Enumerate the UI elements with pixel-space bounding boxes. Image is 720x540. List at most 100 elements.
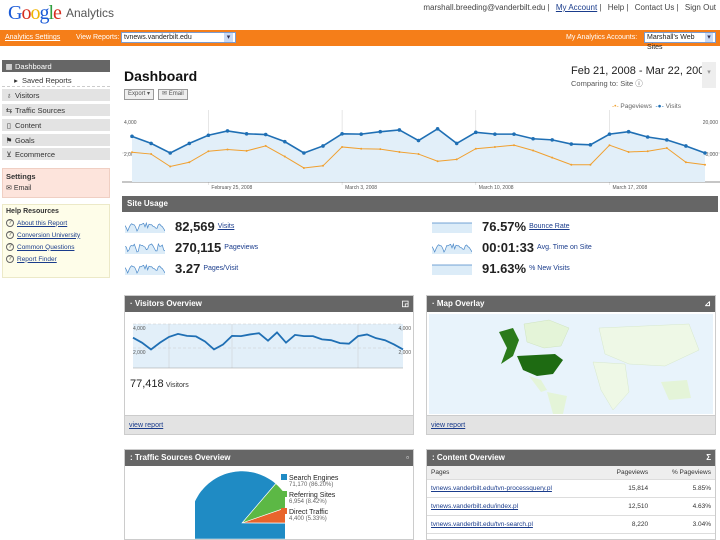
- pageviews-point[interactable]: [188, 161, 191, 164]
- pageviews-point[interactable]: [322, 164, 324, 167]
- visits-point[interactable]: [397, 128, 402, 132]
- help-link[interactable]: ? About this Report: [6, 219, 106, 227]
- visits-point[interactable]: [302, 151, 306, 155]
- visits-point[interactable]: [531, 136, 535, 141]
- legend-visits[interactable]: Visits: [666, 103, 681, 110]
- contact-link[interactable]: Contact Us: [635, 3, 675, 12]
- view-report-link[interactable]: view report: [129, 422, 163, 429]
- sidebar-item-traffic-sources[interactable]: ⇆ Traffic Sources: [2, 104, 110, 117]
- pageviews-point[interactable]: [513, 144, 515, 147]
- visits-point[interactable]: [283, 139, 287, 144]
- visits-point[interactable]: [149, 141, 153, 146]
- profile-select[interactable]: tvnews.vanderbilt.edu ▾: [121, 32, 236, 43]
- visits-point[interactable]: [493, 132, 497, 136]
- pageviews-point[interactable]: [379, 148, 382, 151]
- sidebar-item-dashboard[interactable]: ▦ Dashboard: [2, 60, 110, 73]
- pageviews-point[interactable]: [704, 163, 706, 166]
- visits-point[interactable]: [454, 141, 459, 146]
- visits-point[interactable]: [569, 142, 574, 146]
- pageviews-point[interactable]: [474, 147, 477, 150]
- help-link[interactable]: ? Report Finder: [6, 255, 106, 263]
- visits-point[interactable]: [416, 138, 421, 143]
- sidebar-item-content[interactable]: ▯ Content: [2, 119, 110, 132]
- email-setting[interactable]: ✉ Email: [6, 184, 106, 192]
- pageviews-point[interactable]: [608, 144, 611, 147]
- visits-point[interactable]: [607, 132, 612, 136]
- pageviews-point[interactable]: [570, 163, 573, 166]
- pageviews-point[interactable]: [207, 150, 210, 153]
- pageviews-point[interactable]: [436, 160, 439, 163]
- visits-point[interactable]: [244, 132, 249, 136]
- view-report-link[interactable]: view report: [431, 422, 465, 429]
- main-chart[interactable]: February 25, 2008 March 3, 2008 March 10, …: [122, 110, 720, 192]
- pageviews-point[interactable]: [627, 150, 630, 153]
- sidebar-item-ecommerce[interactable]: ⊻ Ecommerce: [2, 148, 110, 161]
- sidebar-item-saved-reports[interactable]: ▸ Saved Reports: [2, 74, 110, 87]
- visits-point[interactable]: [684, 144, 688, 148]
- pageviews-point[interactable]: [417, 153, 420, 156]
- pageviews-point[interactable]: [264, 144, 267, 147]
- pageviews-point[interactable]: [646, 150, 649, 153]
- help-icon[interactable]: ⓘ: [635, 79, 643, 88]
- visits-point[interactable]: [359, 132, 363, 136]
- email-button[interactable]: ✉ Email: [158, 89, 188, 100]
- visits-point[interactable]: [474, 130, 478, 135]
- visits-point[interactable]: [225, 129, 230, 133]
- pageviews-point[interactable]: [283, 155, 286, 158]
- sidebar-item-goals[interactable]: ⚑ Goals: [2, 134, 110, 147]
- visits-point[interactable]: [378, 129, 383, 134]
- help-link[interactable]: ? Common Questions: [6, 243, 106, 251]
- visits-point[interactable]: [435, 127, 440, 131]
- visits-point[interactable]: [263, 132, 268, 137]
- pageviews-point[interactable]: [589, 163, 592, 166]
- pageviews-point[interactable]: [532, 149, 535, 152]
- page-link[interactable]: tvnews.vanderbilt.edu/tvn-processquery.p…: [431, 485, 552, 492]
- visits-point[interactable]: [187, 141, 192, 146]
- collapse-icon[interactable]: ⊿: [704, 296, 711, 312]
- pageviews-point[interactable]: [665, 147, 668, 150]
- visits-point[interactable]: [665, 138, 669, 142]
- metric-label[interactable]: Bounce Rate: [529, 223, 569, 230]
- pageviews-point[interactable]: [226, 148, 229, 151]
- visits-point[interactable]: [206, 133, 211, 138]
- pageviews-point[interactable]: [398, 150, 401, 153]
- analytics-settings-link[interactable]: Analytics Settings: [5, 34, 60, 41]
- date-range[interactable]: Feb 21, 2008 - Mar 22, 2008: [571, 65, 710, 77]
- visits-point[interactable]: [588, 143, 593, 147]
- help-link[interactable]: Help: [608, 3, 624, 12]
- visits-point[interactable]: [703, 151, 707, 155]
- page-link[interactable]: tvnews.vanderbilt.edu/tvn-search.pl: [431, 521, 533, 528]
- legend-pageviews[interactable]: Pageviews: [620, 103, 651, 110]
- visits-point[interactable]: [626, 129, 631, 134]
- date-picker-toggle[interactable]: ▾: [702, 62, 716, 88]
- help-link[interactable]: ? Conversion University: [6, 231, 106, 239]
- pageviews-point[interactable]: [493, 145, 496, 148]
- collapse-icon[interactable]: ◲: [401, 296, 409, 312]
- my-account-link[interactable]: My Account: [556, 3, 597, 12]
- visits-point[interactable]: [645, 135, 650, 139]
- visits-point[interactable]: [340, 132, 344, 136]
- pageviews-point[interactable]: [455, 158, 458, 161]
- collapse-icon[interactable]: ▫: [406, 450, 409, 466]
- visits-point[interactable]: [168, 151, 172, 155]
- account-select[interactable]: Marshall's Web Sites ▾: [644, 32, 716, 51]
- pageviews-point[interactable]: [245, 149, 248, 152]
- world-map[interactable]: [429, 314, 713, 414]
- pageviews-point[interactable]: [551, 156, 554, 159]
- sign-out-link[interactable]: Sign Out: [685, 3, 716, 12]
- visits-point[interactable]: [130, 134, 134, 139]
- visits-point[interactable]: [550, 138, 554, 142]
- export-button[interactable]: Export ▾: [124, 89, 155, 100]
- pageviews-point[interactable]: [131, 151, 133, 154]
- sidebar-item-visitors[interactable]: ♁ Visitors: [2, 89, 110, 102]
- pageviews-point[interactable]: [150, 153, 153, 156]
- sigma-icon[interactable]: Σ: [706, 450, 711, 466]
- visits-point[interactable]: [512, 132, 516, 136]
- pageviews-point[interactable]: [360, 147, 363, 150]
- pageviews-point[interactable]: [169, 165, 172, 168]
- pageviews-point[interactable]: [302, 166, 305, 169]
- metric-label[interactable]: Visits: [218, 223, 235, 230]
- pageviews-point[interactable]: [341, 145, 344, 148]
- visits-point[interactable]: [321, 144, 325, 148]
- page-link[interactable]: tvnews.vanderbilt.edu/index.pl: [431, 503, 518, 510]
